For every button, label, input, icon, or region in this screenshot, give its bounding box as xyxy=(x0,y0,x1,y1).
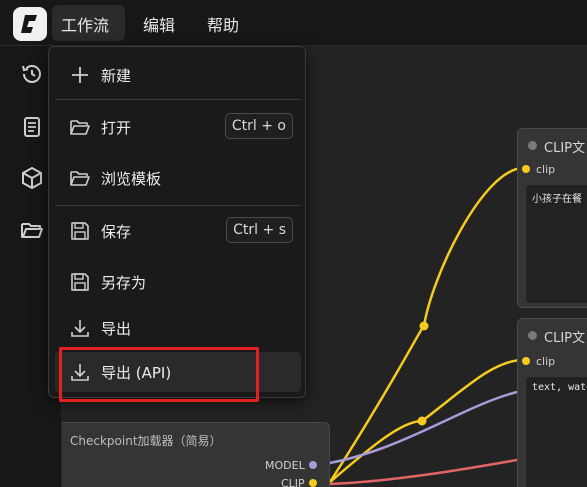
menu-item-new[interactable]: 新建 xyxy=(55,55,301,95)
annotation-highlight-box xyxy=(59,347,259,402)
plus-icon xyxy=(72,67,88,83)
model-output-label: MODEL xyxy=(265,459,305,472)
clip-input-label: clip xyxy=(536,163,556,176)
model-output-port[interactable] xyxy=(309,461,317,469)
clip-input-port[interactable] xyxy=(522,165,530,173)
menu-item-label: 打开 xyxy=(101,119,132,137)
folder-open-icon xyxy=(70,171,90,186)
workflow-dropdown-menu: 新建 打开 Ctrl + o 浏览模板 保存 Ctrl + s 另存为 导出 导… xyxy=(48,46,306,398)
prompt-textbox[interactable]: 小孩子在餐 xyxy=(526,185,587,303)
save-icon xyxy=(71,222,89,240)
menu-item-browse-templates[interactable]: 浏览模板 xyxy=(55,158,301,198)
node-title: CLIP文 xyxy=(544,141,585,156)
clip-input-port[interactable] xyxy=(522,357,530,365)
menu-item-open[interactable]: 打开 Ctrl + o xyxy=(55,107,301,147)
menu-item-save-as[interactable]: 另存为 xyxy=(55,262,301,302)
node-title: CLIP文 xyxy=(544,331,585,346)
node-title: Checkpoint加载器（简易） xyxy=(70,434,222,448)
prompt-textbox[interactable]: text, water xyxy=(526,377,587,487)
shortcut-badge: Ctrl + o xyxy=(224,113,293,139)
menu-item-label: 保存 xyxy=(101,223,132,241)
menu-bar: 工作流 编辑 帮助 xyxy=(0,0,587,46)
clip-text-encode-node[interactable]: CLIP文 clip 小孩子在餐 xyxy=(517,128,587,308)
workflows-folder-icon[interactable] xyxy=(20,218,44,242)
history-icon[interactable] xyxy=(20,62,44,86)
menu-workflow[interactable]: 工作流 xyxy=(61,12,109,36)
menu-item-export[interactable]: 导出 xyxy=(55,308,301,348)
menu-item-save[interactable]: 保存 Ctrl + s xyxy=(55,211,301,251)
menu-item-label: 新建 xyxy=(101,67,132,85)
node-status-dot xyxy=(528,141,537,150)
clip-output-port[interactable] xyxy=(309,479,317,487)
menu-item-label: 浏览模板 xyxy=(101,170,162,188)
clip-output-label: CLIP xyxy=(281,477,305,487)
save-icon xyxy=(71,273,89,291)
node-status-dot xyxy=(528,331,537,340)
menu-edit[interactable]: 编辑 xyxy=(143,12,175,36)
menu-item-label: 另存为 xyxy=(101,274,147,292)
shortcut-badge: Ctrl + s xyxy=(226,217,293,243)
menu-divider xyxy=(55,99,301,100)
menu-divider xyxy=(55,205,301,206)
model-library-icon[interactable] xyxy=(20,166,44,190)
checkpoint-loader-node[interactable]: Checkpoint加载器（简易） MODEL CLIP xyxy=(62,422,330,487)
app-logo-icon xyxy=(13,7,47,41)
menu-help[interactable]: 帮助 xyxy=(207,12,239,36)
menu-item-label: 导出 xyxy=(101,320,132,338)
download-icon xyxy=(71,320,89,337)
folder-open-icon xyxy=(70,120,90,135)
queue-icon[interactable] xyxy=(20,115,44,139)
clip-input-label: clip xyxy=(536,355,556,368)
clip-text-encode-node[interactable]: CLIP文 clip text, water xyxy=(517,318,587,487)
